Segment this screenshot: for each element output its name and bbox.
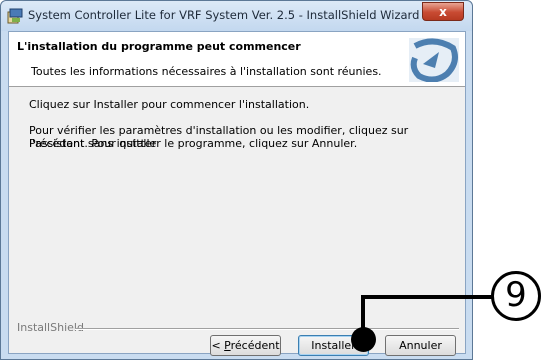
step-number-badge: 9 [491, 271, 541, 321]
back-button[interactable]: < Précédent [210, 335, 281, 356]
back-button-rest: récédent [230, 339, 280, 352]
installer-window: System Controller Lite for VRF System Ve… [0, 0, 473, 360]
installer-app-icon [7, 8, 23, 24]
details-text-line2: l'assistant sans installer le programme,… [29, 137, 358, 150]
dialog-header: L'installation du programme peut commenc… [9, 32, 465, 87]
close-button[interactable]: x [422, 2, 464, 21]
installshield-logo-icon [409, 38, 459, 82]
back-button-prefix: < [211, 339, 225, 352]
title-bar[interactable]: System Controller Lite for VRF System Ve… [1, 1, 472, 31]
callout-pointer-dot [351, 327, 376, 352]
callout-line-horizontal [361, 295, 493, 299]
footer-divider [75, 328, 459, 330]
header-subtitle: Toutes les informations nécessaires à l'… [31, 65, 382, 78]
dialog-client-area: L'installation du programme peut commenc… [8, 31, 466, 356]
cancel-button[interactable]: Annuler [385, 335, 456, 356]
window-title: System Controller Lite for VRF System Ve… [28, 8, 420, 22]
installshield-brand-label: InstallShield [17, 321, 84, 334]
instruction-text: Cliquez sur Installer pour commencer l'i… [29, 98, 310, 111]
header-title: L'installation du programme peut commenc… [17, 40, 301, 53]
